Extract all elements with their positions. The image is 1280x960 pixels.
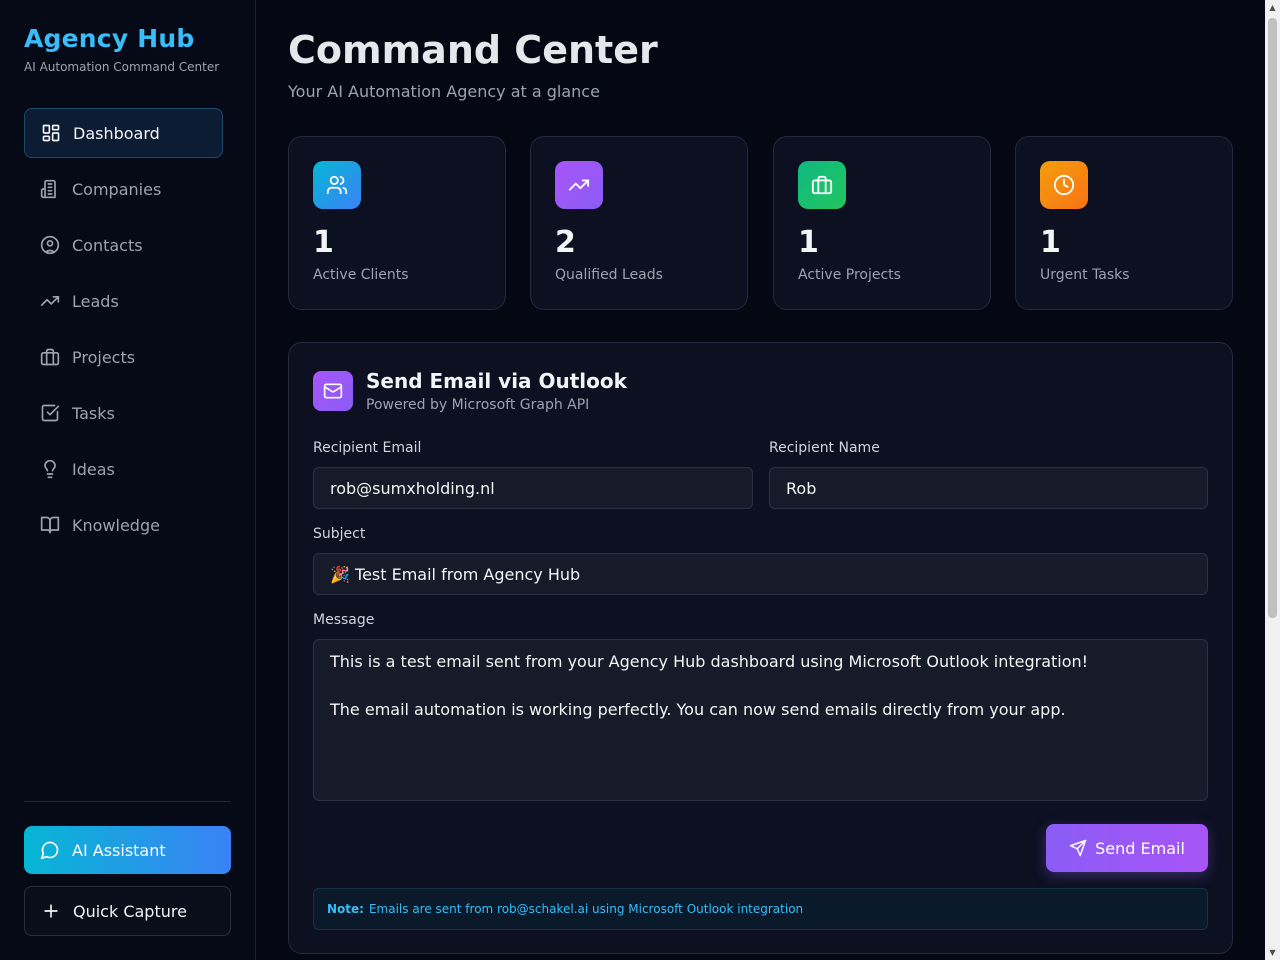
stat-value: 1	[798, 225, 819, 260]
subject-label: Subject	[313, 526, 366, 542]
sidebar: Agency Hub AI Automation Command Center …	[0, 0, 256, 960]
clock-icon	[1040, 161, 1088, 209]
quick-capture-label: Quick Capture	[73, 901, 187, 921]
note-text: Emails are sent from rob@schakel.ai usin…	[368, 902, 804, 916]
book-icon	[40, 516, 60, 534]
sidebar-item-dashboard[interactable]: Dashboard	[24, 108, 223, 158]
subject-field[interactable]	[313, 553, 1208, 595]
recipient-email-field[interactable]	[313, 467, 753, 509]
stat-label: Urgent Tasks	[1040, 267, 1130, 283]
recipient-name-label: Recipient Name	[769, 440, 880, 456]
quick-capture-button[interactable]: Quick Capture	[24, 886, 231, 936]
users-icon	[313, 161, 361, 209]
page-scrollbar[interactable]: ▲ ▼	[1265, 0, 1280, 960]
sidebar-nav: Dashboard Companies Contacts Leads Proje…	[24, 108, 223, 556]
sidebar-item-companies[interactable]: Companies	[24, 164, 223, 214]
recipient-email-label: Recipient Email	[313, 440, 422, 456]
building-icon	[40, 179, 56, 199]
brand-title[interactable]: Agency Hub	[24, 24, 194, 53]
trending-up-icon	[555, 161, 603, 209]
sidebar-item-leads[interactable]: Leads	[24, 276, 223, 326]
scroll-down-icon[interactable]: ▼	[1265, 945, 1280, 960]
trending-up-icon	[40, 296, 60, 306]
sidebar-item-label: Companies	[72, 179, 162, 199]
sidebar-item-label: Knowledge	[72, 515, 160, 535]
stat-card-qualified-leads[interactable]: 2 Qualified Leads	[530, 136, 748, 310]
panel-title: Send Email via Outlook	[366, 369, 627, 393]
ai-assistant-label: AI Assistant	[72, 840, 166, 860]
ai-assistant-button[interactable]: AI Assistant	[24, 826, 231, 874]
sidebar-divider	[24, 801, 231, 802]
sidebar-item-label: Contacts	[72, 235, 143, 255]
plus-icon	[44, 904, 58, 918]
stat-value: 2	[555, 225, 576, 260]
stat-value: 1	[313, 225, 334, 260]
sidebar-item-ideas[interactable]: Ideas	[24, 444, 223, 494]
mail-icon	[313, 371, 353, 411]
scroll-thumb[interactable]	[1268, 18, 1277, 618]
note-banner: Note: Emails are sent from rob@schakel.a…	[313, 888, 1208, 930]
recipient-name-field[interactable]	[769, 467, 1208, 509]
checkbox-icon	[41, 404, 60, 422]
page-subtitle: Your AI Automation Agency at a glance	[288, 82, 600, 101]
stat-value: 1	[1040, 225, 1061, 260]
send-email-label: Send Email	[1095, 838, 1185, 858]
sidebar-item-label: Dashboard	[73, 123, 160, 143]
sidebar-item-contacts[interactable]: Contacts	[24, 220, 223, 270]
stat-card-urgent-tasks[interactable]: 1 Urgent Tasks	[1015, 136, 1233, 310]
send-email-panel: Send Email via Outlook Powered by Micros…	[288, 342, 1233, 954]
message-textarea[interactable]: This is a test email sent from your Agen…	[313, 639, 1208, 801]
sidebar-item-label: Tasks	[72, 403, 115, 423]
page-title: Command Center	[288, 28, 658, 72]
stat-card-active-clients[interactable]: 1 Active Clients	[288, 136, 506, 310]
send-icon	[1069, 839, 1087, 857]
message-circle-icon	[40, 841, 59, 860]
user-circle-icon	[40, 235, 60, 255]
sidebar-item-tasks[interactable]: Tasks	[24, 388, 223, 438]
stat-card-active-projects[interactable]: 1 Active Projects	[773, 136, 991, 310]
sidebar-item-label: Projects	[72, 347, 136, 367]
send-email-button[interactable]: Send Email	[1046, 824, 1208, 872]
briefcase-icon	[798, 161, 846, 209]
sidebar-item-label: Ideas	[72, 459, 115, 479]
sidebar-item-projects[interactable]: Projects	[24, 332, 223, 382]
stat-label: Active Projects	[798, 267, 901, 283]
stat-label: Active Clients	[313, 267, 409, 283]
lightbulb-icon	[44, 459, 56, 479]
message-label: Message	[313, 612, 375, 628]
panel-subtitle: Powered by Microsoft Graph API	[366, 397, 590, 413]
dashboard-icon	[42, 124, 60, 142]
sidebar-item-label: Leads	[72, 291, 119, 311]
sidebar-item-knowledge[interactable]: Knowledge	[24, 500, 223, 550]
note-label: Note:	[327, 902, 364, 916]
scroll-up-icon[interactable]: ▲	[1265, 0, 1280, 15]
brand-subtitle: AI Automation Command Center	[24, 60, 220, 74]
stat-label: Qualified Leads	[555, 267, 663, 283]
briefcase-icon	[40, 348, 60, 366]
